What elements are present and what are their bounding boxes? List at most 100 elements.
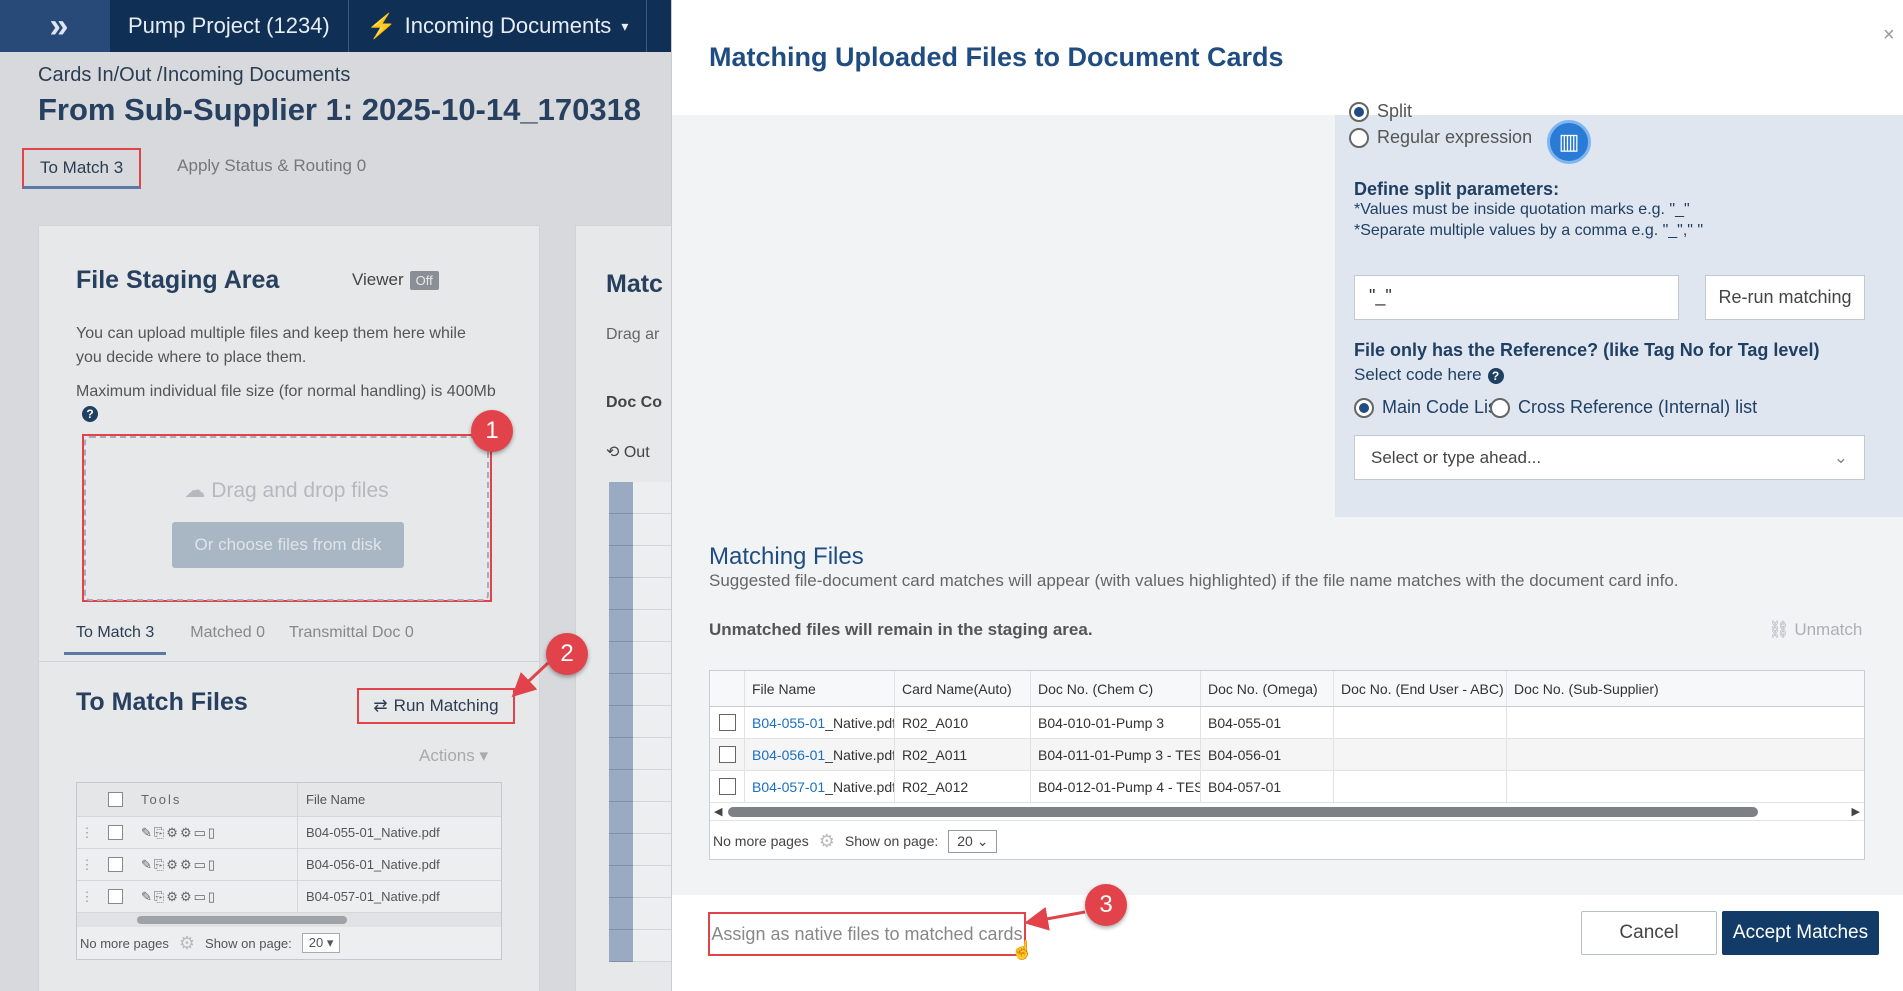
split-option[interactable]: Split (1349, 101, 1412, 122)
drag-handle-icon[interactable]: ⋮ (77, 889, 97, 905)
main-code-list-option[interactable]: Main Code List (1354, 397, 1502, 418)
doc-sub-supplier-cell (1507, 771, 1664, 802)
doc-end-user-cell (1334, 771, 1507, 802)
column-doc-end-user: Doc No. (End User - ABC) (1334, 671, 1507, 706)
tab-apply-status[interactable]: Apply Status & Routing 0 (161, 148, 382, 189)
row-checkbox[interactable] (97, 825, 133, 840)
row-checkbox[interactable] (97, 857, 133, 872)
row-checkbox[interactable] (710, 707, 745, 738)
cross-reference-radio[interactable] (1490, 397, 1510, 418)
file-suffix: _Native.pdf (825, 778, 895, 795)
row-tools-icons[interactable]: ✎⎘⚙⚙▭▯ (133, 889, 297, 905)
split-note-2: *Separate multiple values by a comma e.g… (1354, 222, 1704, 239)
section-breadcrumb[interactable]: ⚡ Incoming Documents ▾ (349, 0, 648, 52)
app-logo-icon[interactable]: » (0, 0, 110, 52)
split-label: Split (1377, 101, 1413, 121)
page-size-select[interactable]: 20 ▾ (301, 933, 341, 953)
accept-matches-button[interactable]: Accept Matches (1722, 911, 1879, 955)
matching-modal: Matching Uploaded Files to Document Card… (671, 0, 1903, 991)
to-match-files-title: To Match Files (76, 688, 248, 716)
drop-zone[interactable]: ☁ Drag and drop files Or choose files fr… (84, 436, 489, 601)
horizontal-scrollbar[interactable] (77, 913, 501, 927)
doc-omega-cell: B04-055-01 (1201, 707, 1334, 738)
tab-to-match[interactable]: To Match 3 (22, 148, 142, 189)
card-name-cell: R02_A012 (895, 771, 1031, 802)
table-row: ⋮ ✎⎘⚙⚙▭▯ B04-057-01_Native.pdf (77, 881, 501, 913)
column-doc-sub-supplier: Doc No. (Sub-Supplier) (1514, 680, 1659, 697)
select-all-checkbox[interactable] (97, 792, 133, 807)
match-panel-out[interactable]: ⟲ Out (606, 442, 650, 462)
page-size-value: 20 (957, 832, 973, 849)
show-on-page-label: Show on page: (205, 935, 292, 951)
caret-down-icon: ▾ (479, 746, 489, 765)
horizontal-scrollbar[interactable]: ◀ ▶ (710, 803, 1864, 821)
column-doc-chem: Doc No. (Chem C) (1031, 671, 1201, 706)
define-split-label: Define split parameters: (1354, 179, 1560, 199)
scroll-left-icon[interactable]: ◀ (714, 805, 722, 818)
cancel-button[interactable]: Cancel (1581, 911, 1717, 955)
table-row: ⋮ ✎⎘⚙⚙▭▯ B04-055-01_Native.pdf (77, 817, 501, 849)
unmatch-button[interactable]: ⛓ Unmatch (1768, 620, 1862, 640)
subtab-to-match[interactable]: To Match 3 (64, 624, 167, 655)
code-select-dropdown[interactable]: Select or type ahead... ⌄ (1354, 435, 1865, 480)
row-tools-icons[interactable]: ✎⎘⚙⚙▭▯ (133, 857, 297, 873)
help-icon[interactable]: ? (82, 406, 98, 422)
cross-reference-option[interactable]: Cross Reference (Internal) list (1490, 397, 1757, 418)
assign-native-files-button[interactable]: Assign as native files to matched cards (708, 912, 1026, 956)
actions-dropdown[interactable]: Actions ▾ (419, 746, 488, 766)
doc-end-user-cell (1334, 739, 1507, 770)
row-file-name: B04-055-01_Native.pdf (297, 817, 501, 848)
viewer-toggle[interactable]: Off (409, 270, 439, 290)
viewer-toggle-group: Viewer Off (352, 270, 439, 290)
row-checkbox[interactable] (710, 739, 745, 770)
reference-question: File only has the Reference? (like Tag N… (1354, 340, 1820, 360)
split-radio[interactable] (1349, 101, 1369, 122)
file-link[interactable]: B04-056-01 (752, 747, 825, 763)
page-size-select[interactable]: 20 ⌄ (948, 829, 998, 853)
row-checkbox[interactable] (97, 889, 133, 904)
scrollbar-thumb[interactable] (728, 806, 1759, 817)
file-link[interactable]: B04-055-01 (752, 715, 825, 731)
main-code-radio[interactable] (1354, 397, 1374, 418)
file-name-cell: B04-056-01 _Native.pdf (745, 739, 895, 770)
table-row: B04-057-01 _Native.pdf R02_A012 B04-012-0… (710, 771, 1864, 803)
row-file-name: B04-056-01_Native.pdf (297, 849, 501, 880)
actions-label: Actions (419, 746, 475, 765)
help-icon[interactable]: ? (1487, 368, 1504, 384)
gear-icon[interactable]: ⚙ (819, 831, 835, 852)
row-tools-icons[interactable]: ✎⎘⚙⚙▭▯ (133, 825, 297, 841)
column-doc-omega: Doc No. (Omega) (1201, 671, 1334, 706)
project-breadcrumb[interactable]: Pump Project (1234) (110, 0, 349, 52)
top-navigation-bar: » Pump Project (1234) ⚡ Incoming Documen… (0, 0, 671, 52)
rerun-matching-button[interactable]: Re-run matching (1705, 275, 1865, 320)
row-checkbox[interactable] (710, 771, 745, 802)
subtab-matched[interactable]: Matched 0 (190, 624, 265, 655)
match-panel: Matc Drag ar Doc Co ⟲ Out (575, 225, 671, 991)
gear-icon[interactable]: ⚙ (179, 933, 195, 954)
file-staging-panel: File Staging Area Viewer Off You can upl… (38, 225, 540, 991)
page-title: From Sub-Supplier 1: 2025-10-14_170318 (38, 92, 642, 127)
main-code-label: Main Code List (1382, 397, 1503, 417)
subtab-transmittal[interactable]: Transmittal Doc 0 (289, 624, 414, 655)
lightning-icon: ⚡ (366, 12, 397, 40)
drag-handle-icon[interactable]: ⋮ (77, 825, 97, 841)
choose-files-button[interactable]: Or choose files from disk (172, 522, 404, 568)
regex-radio[interactable] (1349, 127, 1369, 148)
file-link[interactable]: B04-057-01 (752, 779, 825, 795)
split-parameters-input[interactable]: "_" (1354, 275, 1679, 320)
doc-end-user-cell (1334, 707, 1507, 738)
regex-option[interactable]: Regular expression (1349, 127, 1532, 148)
book-icon[interactable]: ▥ (1547, 120, 1591, 164)
max-size-note: Maximum individual file size (for normal… (76, 381, 496, 425)
annotation-badge-2: 2 (546, 633, 588, 675)
match-panel-grid (609, 482, 671, 962)
drop-zone-text: ☁ Drag and drop files (86, 478, 487, 503)
scroll-right-icon[interactable]: ▶ (1852, 805, 1860, 818)
run-matching-button[interactable]: ⇄ Run Matching (357, 688, 515, 724)
file-suffix: _Native.pdf (825, 746, 895, 763)
drag-handle-icon[interactable]: ⋮ (77, 857, 97, 873)
column-card-name: Card Name(Auto) (895, 671, 1031, 706)
doc-chem-cell: B04-010-01-Pump 3 (1031, 707, 1201, 738)
doc-chem-cell: B04-011-01-Pump 3 - TEST (1031, 739, 1201, 770)
close-icon[interactable]: × (1883, 24, 1895, 47)
